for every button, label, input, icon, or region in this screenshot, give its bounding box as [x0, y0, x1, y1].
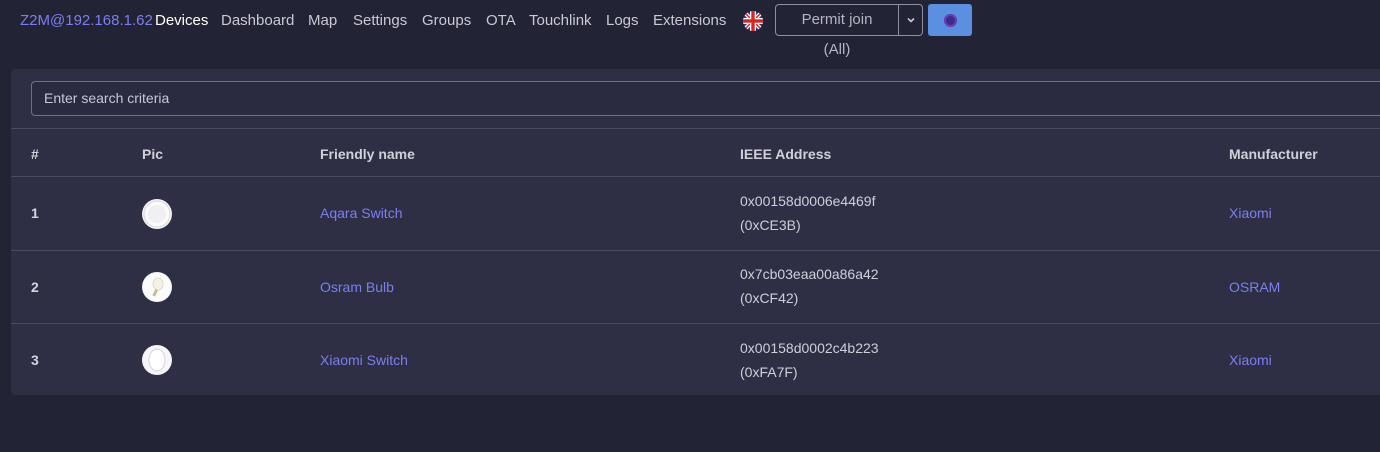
- nav-groups[interactable]: Groups: [422, 12, 471, 29]
- brand-link[interactable]: Z2M@192.168.1.62: [20, 12, 153, 29]
- ieee-value: 0x7cb03eaa00a86a42: [740, 266, 879, 282]
- row-number: 2: [31, 279, 39, 295]
- ieee-address: 0x7cb03eaa00a86a42 (0xCF42): [740, 262, 879, 310]
- network-address: (0xCF42): [740, 290, 799, 306]
- device-name-link[interactable]: Aqara Switch: [320, 205, 402, 221]
- uk-flag-icon[interactable]: [743, 11, 763, 31]
- ieee-value: 0x00158d0006e4469f: [740, 193, 876, 209]
- nav-dashboard[interactable]: Dashboard: [221, 12, 294, 29]
- manufacturer-link[interactable]: Xiaomi: [1229, 352, 1272, 368]
- nav-logs[interactable]: Logs: [606, 12, 639, 29]
- top-navbar: Z2M@192.168.1.62 Devices Dashboard Map S…: [0, 0, 1380, 58]
- table-row: 2 Osram Bulb 0x7cb03eaa00a86a42 (0xCF42)…: [11, 251, 1380, 324]
- row-number: 1: [31, 205, 39, 221]
- device-name-link[interactable]: Osram Bulb: [320, 279, 394, 295]
- permit-join-dropdown[interactable]: [899, 4, 923, 36]
- header-ieee-address[interactable]: IEEE Address: [740, 146, 831, 162]
- nav-settings[interactable]: Settings: [353, 12, 407, 29]
- nav-extensions[interactable]: Extensions: [653, 12, 726, 29]
- network-address: (0xCE3B): [740, 217, 801, 233]
- manufacturer-link[interactable]: OSRAM: [1229, 279, 1280, 295]
- manufacturer-link[interactable]: Xiaomi: [1229, 205, 1272, 221]
- row-number: 3: [31, 352, 39, 368]
- theme-toggle-icon: [943, 13, 957, 27]
- ieee-value: 0x00158d0002c4b223: [740, 340, 879, 356]
- header-friendly-name[interactable]: Friendly name: [320, 146, 415, 162]
- nav-touchlink[interactable]: Touchlink: [529, 12, 592, 29]
- network-address: (0xFA7F): [740, 364, 798, 380]
- search-input[interactable]: Enter search criteria: [31, 81, 1380, 116]
- nav-ota[interactable]: OTA: [486, 12, 516, 29]
- divider: [11, 128, 1380, 129]
- nav-map[interactable]: Map: [308, 12, 337, 29]
- header-pic[interactable]: Pic: [142, 146, 163, 162]
- ieee-address: 0x00158d0002c4b223 (0xFA7F): [740, 336, 879, 384]
- osram-bulb-image: [142, 272, 172, 302]
- table-row: 1 Aqara Switch 0x00158d0006e4469f (0xCE3…: [11, 177, 1380, 250]
- nav-devices[interactable]: Devices: [155, 12, 208, 29]
- devices-card: Enter search criteria # Pic Friendly nam…: [11, 69, 1380, 395]
- permit-join-group: Permit join (All): [775, 4, 923, 58]
- aqara-switch-image: [142, 199, 172, 229]
- theme-toggle-button[interactable]: [928, 4, 972, 36]
- chevron-down-icon: [906, 17, 915, 23]
- table-row: 3 Xiaomi Switch 0x00158d0002c4b223 (0xFA…: [11, 324, 1380, 397]
- xiaomi-switch-image: [142, 345, 172, 375]
- header-manufacturer[interactable]: Manufacturer: [1229, 146, 1318, 162]
- permit-join-button[interactable]: Permit join (All): [775, 4, 899, 58]
- ieee-address: 0x00158d0006e4469f (0xCE3B): [740, 189, 875, 237]
- header-number[interactable]: #: [31, 146, 39, 162]
- device-name-link[interactable]: Xiaomi Switch: [320, 352, 408, 368]
